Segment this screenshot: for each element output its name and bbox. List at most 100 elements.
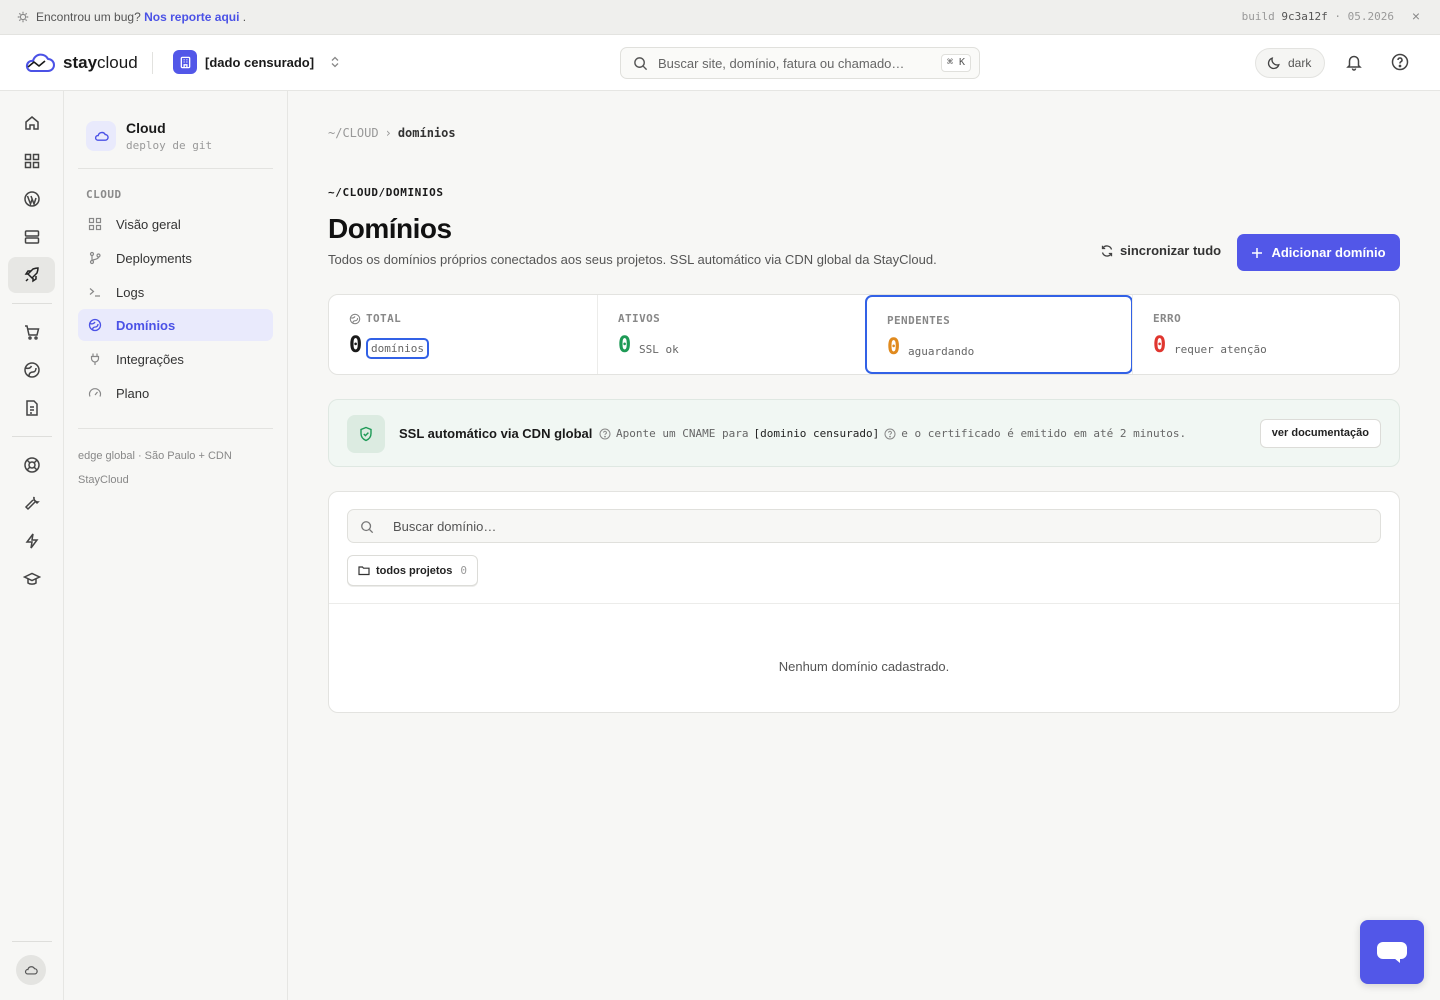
account-avatar[interactable] [16, 955, 46, 985]
sidebar-item-label: Integrações [116, 351, 184, 367]
help-circle-icon[interactable] [599, 428, 611, 440]
sidebar-section-title: CLOUD [86, 188, 122, 201]
globe-icon [88, 318, 102, 332]
bell-icon[interactable] [1345, 53, 1363, 71]
rail-support-button[interactable] [8, 447, 55, 483]
gauge-icon [88, 388, 102, 397]
logo-text-rest: cloud [97, 53, 138, 72]
org-switcher[interactable]: [dado censurado] [173, 50, 340, 74]
chip-count: 0 [460, 564, 468, 577]
rail-academy-button[interactable] [8, 561, 55, 597]
cloud-sidebar: Cloud deploy de git CLOUD Visão geral De… [64, 91, 288, 1000]
build-hash: 9c3a12f [1281, 10, 1328, 23]
rail-wordpress-button[interactable] [8, 181, 55, 217]
view-docs-button[interactable]: ver documentação [1259, 419, 1381, 448]
stat-unit: SSL ok [639, 343, 679, 356]
ssl-desc-part-1: Aponte um CNAME para [616, 427, 749, 440]
cloud-logo-icon [25, 53, 55, 72]
sidebar-title: Cloud [126, 120, 166, 136]
git-branch-icon [89, 251, 101, 265]
page-subtitle: Todos os domínios próprios conectados ao… [328, 252, 937, 267]
theme-label: dark [1288, 56, 1312, 70]
sidebar-item-label: Logs [116, 284, 145, 300]
logo-text: staycloud [63, 53, 138, 73]
terminal-icon [89, 288, 100, 297]
stat-erro: ERRO 0 requer atenção [1132, 295, 1400, 374]
main-content: ~/CLOUD › domínios ~/CLOUD/DOMINIOS Domíni… [288, 91, 1440, 1000]
global-search-input[interactable]: Buscar site, domínio, fatura ou chamado…… [620, 47, 980, 79]
rail-performance-button[interactable] [8, 523, 55, 559]
rail-dashboard-button[interactable] [8, 143, 55, 179]
cloud-icon [24, 966, 38, 975]
stat-label: TOTAL [349, 312, 401, 325]
domains-panel: Buscar domínio… todos projetos 0 Nenhum … [328, 491, 1400, 713]
rail-home-button[interactable] [8, 105, 55, 141]
sidebar-item-plano[interactable]: Plano [78, 377, 273, 409]
stat-value: 0 [1153, 333, 1167, 358]
chat-widget-button[interactable] [1360, 920, 1424, 984]
sidebar-item-label: Visão geral [116, 216, 181, 232]
sidebar-item-visao-geral[interactable]: Visão geral [78, 208, 273, 240]
rail-billing-button[interactable] [8, 390, 55, 426]
rail-cloud-button[interactable] [8, 257, 55, 293]
sync-all-button[interactable]: sincronizar tudo [1100, 243, 1221, 258]
rail-divider [12, 303, 52, 304]
rail-tools-button[interactable] [8, 485, 55, 521]
sidebar-item-logs[interactable]: Logs [78, 276, 273, 308]
stat-pendentes: PENDENTES 0 aguardando [865, 295, 1133, 374]
moon-icon [1267, 57, 1280, 70]
build-sep: · [1334, 10, 1342, 23]
report-bug-link[interactable]: Nos reporte aqui [144, 10, 239, 24]
sidebar-item-integracoes[interactable]: Integrações [78, 343, 273, 375]
logo-text-bold: stay [63, 53, 98, 72]
wrench-icon [24, 496, 40, 511]
header-divider [152, 52, 153, 74]
empty-state-message: Nenhum domínio cadastrado. [778, 659, 950, 674]
staycloud-logo[interactable]: staycloud [23, 52, 138, 74]
add-domain-button[interactable]: Adicionar domínio [1237, 234, 1400, 271]
wordpress-icon [23, 191, 40, 207]
project-filter-chip[interactable]: todos projetos 0 [347, 555, 479, 586]
org-name: [dado censurado] [205, 54, 315, 70]
rail-store-button[interactable] [8, 314, 55, 350]
cart-icon [24, 325, 39, 340]
chevron-up-down-icon [331, 56, 339, 68]
building-icon [173, 50, 197, 74]
build-label: build [1241, 10, 1275, 23]
rail-servers-button[interactable] [8, 219, 55, 255]
folder-icon [358, 566, 370, 576]
sidebar-divider [78, 428, 273, 429]
plug-icon [90, 353, 100, 365]
search-shortcut: ⌘ K [940, 54, 971, 72]
bug-message-period: . [242, 10, 247, 24]
domain-search-input[interactable]: Buscar domínio… [347, 509, 1381, 543]
sidebar-item-label: Deployments [116, 250, 192, 266]
stat-label: ERRO [1153, 312, 1182, 325]
graduation-cap-icon [22, 572, 41, 585]
stat-value: 0 [349, 333, 363, 358]
help-icon[interactable] [1391, 53, 1409, 71]
icon-rail [0, 91, 64, 1000]
globe-icon [349, 313, 361, 324]
panel-divider [329, 603, 1399, 604]
home-icon [24, 116, 39, 130]
help-circle-icon[interactable] [884, 428, 896, 440]
stat-unit: domínios [366, 338, 429, 359]
sidebar-item-deployments[interactable]: Deployments [78, 242, 273, 274]
bug-icon [17, 11, 29, 23]
globe-icon [23, 362, 40, 378]
stat-label: ATIVOS [618, 312, 661, 325]
rail-domains-button[interactable] [8, 352, 55, 388]
theme-toggle-button[interactable]: dark [1255, 48, 1325, 78]
sidebar-item-dominios[interactable]: Domínios [78, 309, 273, 341]
rocket-icon [24, 267, 39, 283]
ssl-cname-target: [dominio censurado] [753, 427, 880, 440]
breadcrumb-root[interactable]: ~/CLOUD [328, 126, 379, 140]
search-icon [634, 57, 648, 71]
sidebar-item-label: Domínios [116, 317, 176, 333]
stat-label-text: TOTAL [366, 312, 402, 325]
bug-message-text: Encontrou um bug? [36, 10, 141, 24]
sidebar-footer-region: edge global · São Paulo + CDN [78, 450, 232, 462]
stat-value: 0 [887, 335, 901, 360]
close-banner-button[interactable]: × [1412, 8, 1420, 24]
